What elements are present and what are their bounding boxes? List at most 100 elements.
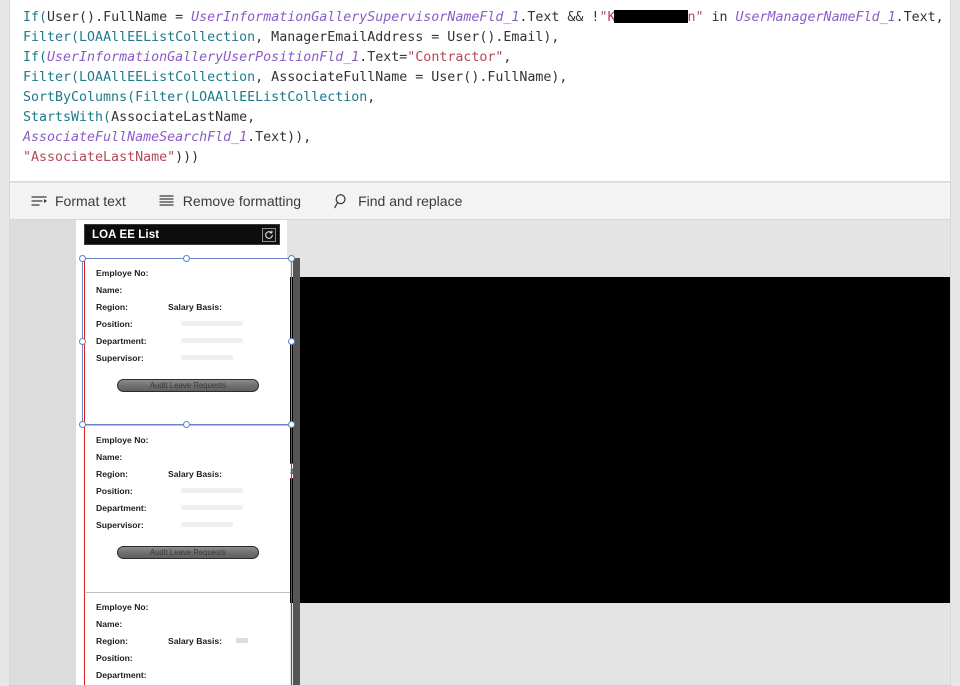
card-label-supervisor: Supervisor: xyxy=(96,520,144,530)
formula-token: .Text && ! xyxy=(519,10,600,25)
card-separator xyxy=(86,592,290,593)
resize-handle-bottom-right[interactable] xyxy=(288,421,295,428)
card-label-name: Name: xyxy=(96,285,123,295)
formula-token: LOAAllEEListCollection xyxy=(79,70,256,85)
resize-handle-bottom-center[interactable] xyxy=(183,421,190,428)
list-title: LOA EE List xyxy=(92,228,160,241)
formula-line: SortByColumns(Filter(LOAAllEEListCollect… xyxy=(23,88,950,108)
formula-token: If( xyxy=(23,10,48,25)
formula-token: n" xyxy=(687,10,704,25)
formula-token: , xyxy=(503,50,512,65)
formula-token: LOAAllEEListCollection xyxy=(79,30,256,45)
find-and-replace-button[interactable]: Find and replace xyxy=(330,188,465,214)
formula-line: If(UserInformationGalleryUserPositionFld… xyxy=(23,48,950,68)
resize-handle-middle-left[interactable] xyxy=(79,337,86,345)
card-value-placeholder xyxy=(181,505,243,510)
refresh-icon[interactable] xyxy=(262,227,276,242)
app-canvas-area: LOA EE List Employees ( 599 ) Create New… xyxy=(9,220,951,686)
formula-token: If( xyxy=(23,50,48,65)
app-screen: LOA EE List Employees ( 599 ) Create New… xyxy=(76,220,300,685)
format-text-label: Format text xyxy=(55,193,126,209)
preview-black-region xyxy=(287,277,950,603)
formula-token: "K xyxy=(599,10,616,25)
formula-token: .Text= xyxy=(359,50,408,65)
resize-handle-top-right[interactable] xyxy=(288,255,295,262)
gallery-card[interactable]: Employe No: Name: Region: Salary Basis: Posi… xyxy=(86,258,290,425)
formula-line: StartsWith(AssociateLastName, xyxy=(23,108,950,128)
formula-line: Filter(LOAAllEEListCollection, Associate… xyxy=(23,68,950,88)
formula-token: SortByColumns(Filter( xyxy=(23,90,192,105)
formula-token: UserInformationGallerySupervisorNameFld_… xyxy=(191,10,520,25)
card-value-placeholder xyxy=(181,338,243,343)
card-label-salary-basis: Salary Basis: xyxy=(168,302,222,312)
remove-formatting-button[interactable]: Remove formatting xyxy=(155,188,304,214)
card-label-employee-no: Employe No: xyxy=(96,268,149,278)
list-header-bar: LOA EE List xyxy=(84,224,280,245)
card-label-supervisor: Supervisor: xyxy=(96,353,144,363)
card-value-placeholder xyxy=(181,488,243,493)
card-label-department: Department: xyxy=(96,670,147,680)
find-and-replace-label: Find and replace xyxy=(358,193,463,209)
formula-token: UserInformationGalleryUserPositionFld_1 xyxy=(47,50,360,65)
formula-token: ))) xyxy=(175,150,200,165)
formula-token: Filter( xyxy=(23,70,80,85)
resize-handle-top-center[interactable] xyxy=(183,255,190,262)
gallery-card[interactable]: Employe No: Name: Region: Salary Basis: Posi… xyxy=(86,425,290,592)
card-label-department: Department: xyxy=(96,503,147,513)
formula-toolbar: Format text Remove formatting Find and r… xyxy=(9,182,951,220)
card-value-placeholder xyxy=(236,638,248,643)
card-value-placeholder xyxy=(181,321,243,326)
resize-handle-bottom-left[interactable] xyxy=(79,421,86,428)
redacted-text-block xyxy=(614,10,689,23)
formula-token: .Text)), xyxy=(247,130,312,145)
card-label-position: Position: xyxy=(96,319,133,329)
card-label-region: Region: xyxy=(96,469,128,479)
resize-handle-top-left[interactable] xyxy=(79,255,86,262)
card-value-placeholder xyxy=(181,522,233,527)
formula-bar-panel[interactable]: If(User().FullName = UserInformationGall… xyxy=(9,0,951,182)
formula-token: AssociateLastName, xyxy=(111,110,256,125)
card-label-department: Department: xyxy=(96,336,147,346)
remove-formatting-icon xyxy=(158,193,175,210)
employee-gallery[interactable]: Employe No: Name: Region: Salary Basis: Posi… xyxy=(84,258,300,685)
formula-line: AssociateFullNameSearchFld_1.Text)), xyxy=(23,128,950,148)
formula-token: , xyxy=(367,90,376,105)
formula-token: , AssociateFullName = User().FullName), xyxy=(255,70,568,85)
card-label-employee-no: Employe No: xyxy=(96,602,149,612)
formula-code-editor[interactable]: If(User().FullName = UserInformationGall… xyxy=(10,0,950,168)
format-text-button[interactable]: Format text xyxy=(27,188,129,214)
formula-line: Filter(LOAAllEEListCollection, ManagerEm… xyxy=(23,28,950,48)
formula-token: "Contractor" xyxy=(407,50,504,65)
card-label-salary-basis: Salary Basis: xyxy=(168,469,222,479)
resize-handle-middle-right[interactable] xyxy=(288,337,295,345)
card-value-placeholder xyxy=(181,355,233,360)
formula-token: StartsWith( xyxy=(23,110,112,125)
gallery-scrollbar[interactable] xyxy=(293,258,300,685)
formula-token: LOAAllEEListCollection xyxy=(191,90,368,105)
search-icon xyxy=(333,193,350,210)
card-label-region: Region: xyxy=(96,636,128,646)
formula-line: "AssociateLastName"))) xyxy=(23,148,950,168)
card-label-name: Name: xyxy=(96,452,123,462)
card-label-position: Position: xyxy=(96,486,133,496)
formula-token: "AssociateLastName" xyxy=(23,150,176,165)
formula-token: , ManagerEmailAddress = User().Email), xyxy=(255,30,560,45)
formula-token: User().FullName = xyxy=(47,10,192,25)
formula-token: in xyxy=(703,10,736,25)
gallery-card[interactable]: Employe No: Name: Region: Salary Basis: Posi… xyxy=(86,592,290,685)
card-label-name: Name: xyxy=(96,619,123,629)
format-text-icon xyxy=(30,193,47,210)
formula-line: If(User().FullName = UserInformationGall… xyxy=(23,8,950,28)
audit-leave-requests-button[interactable]: Audit Leave Requests xyxy=(117,546,259,559)
audit-leave-requests-button[interactable]: Audit Leave Requests xyxy=(117,379,259,392)
formula-token: UserManagerNameFld_1 xyxy=(735,10,896,25)
remove-formatting-label: Remove formatting xyxy=(182,193,302,209)
card-label-employee-no: Employe No: xyxy=(96,435,149,445)
card-label-salary-basis: Salary Basis: xyxy=(168,636,222,646)
card-label-position: Position: xyxy=(96,653,133,663)
formula-token: .Text, xyxy=(895,10,944,25)
formula-token: Filter( xyxy=(23,30,80,45)
card-label-region: Region: xyxy=(96,302,128,312)
formula-token: AssociateFullNameSearchFld_1 xyxy=(23,130,248,145)
canvas-left-gutter xyxy=(10,220,76,685)
